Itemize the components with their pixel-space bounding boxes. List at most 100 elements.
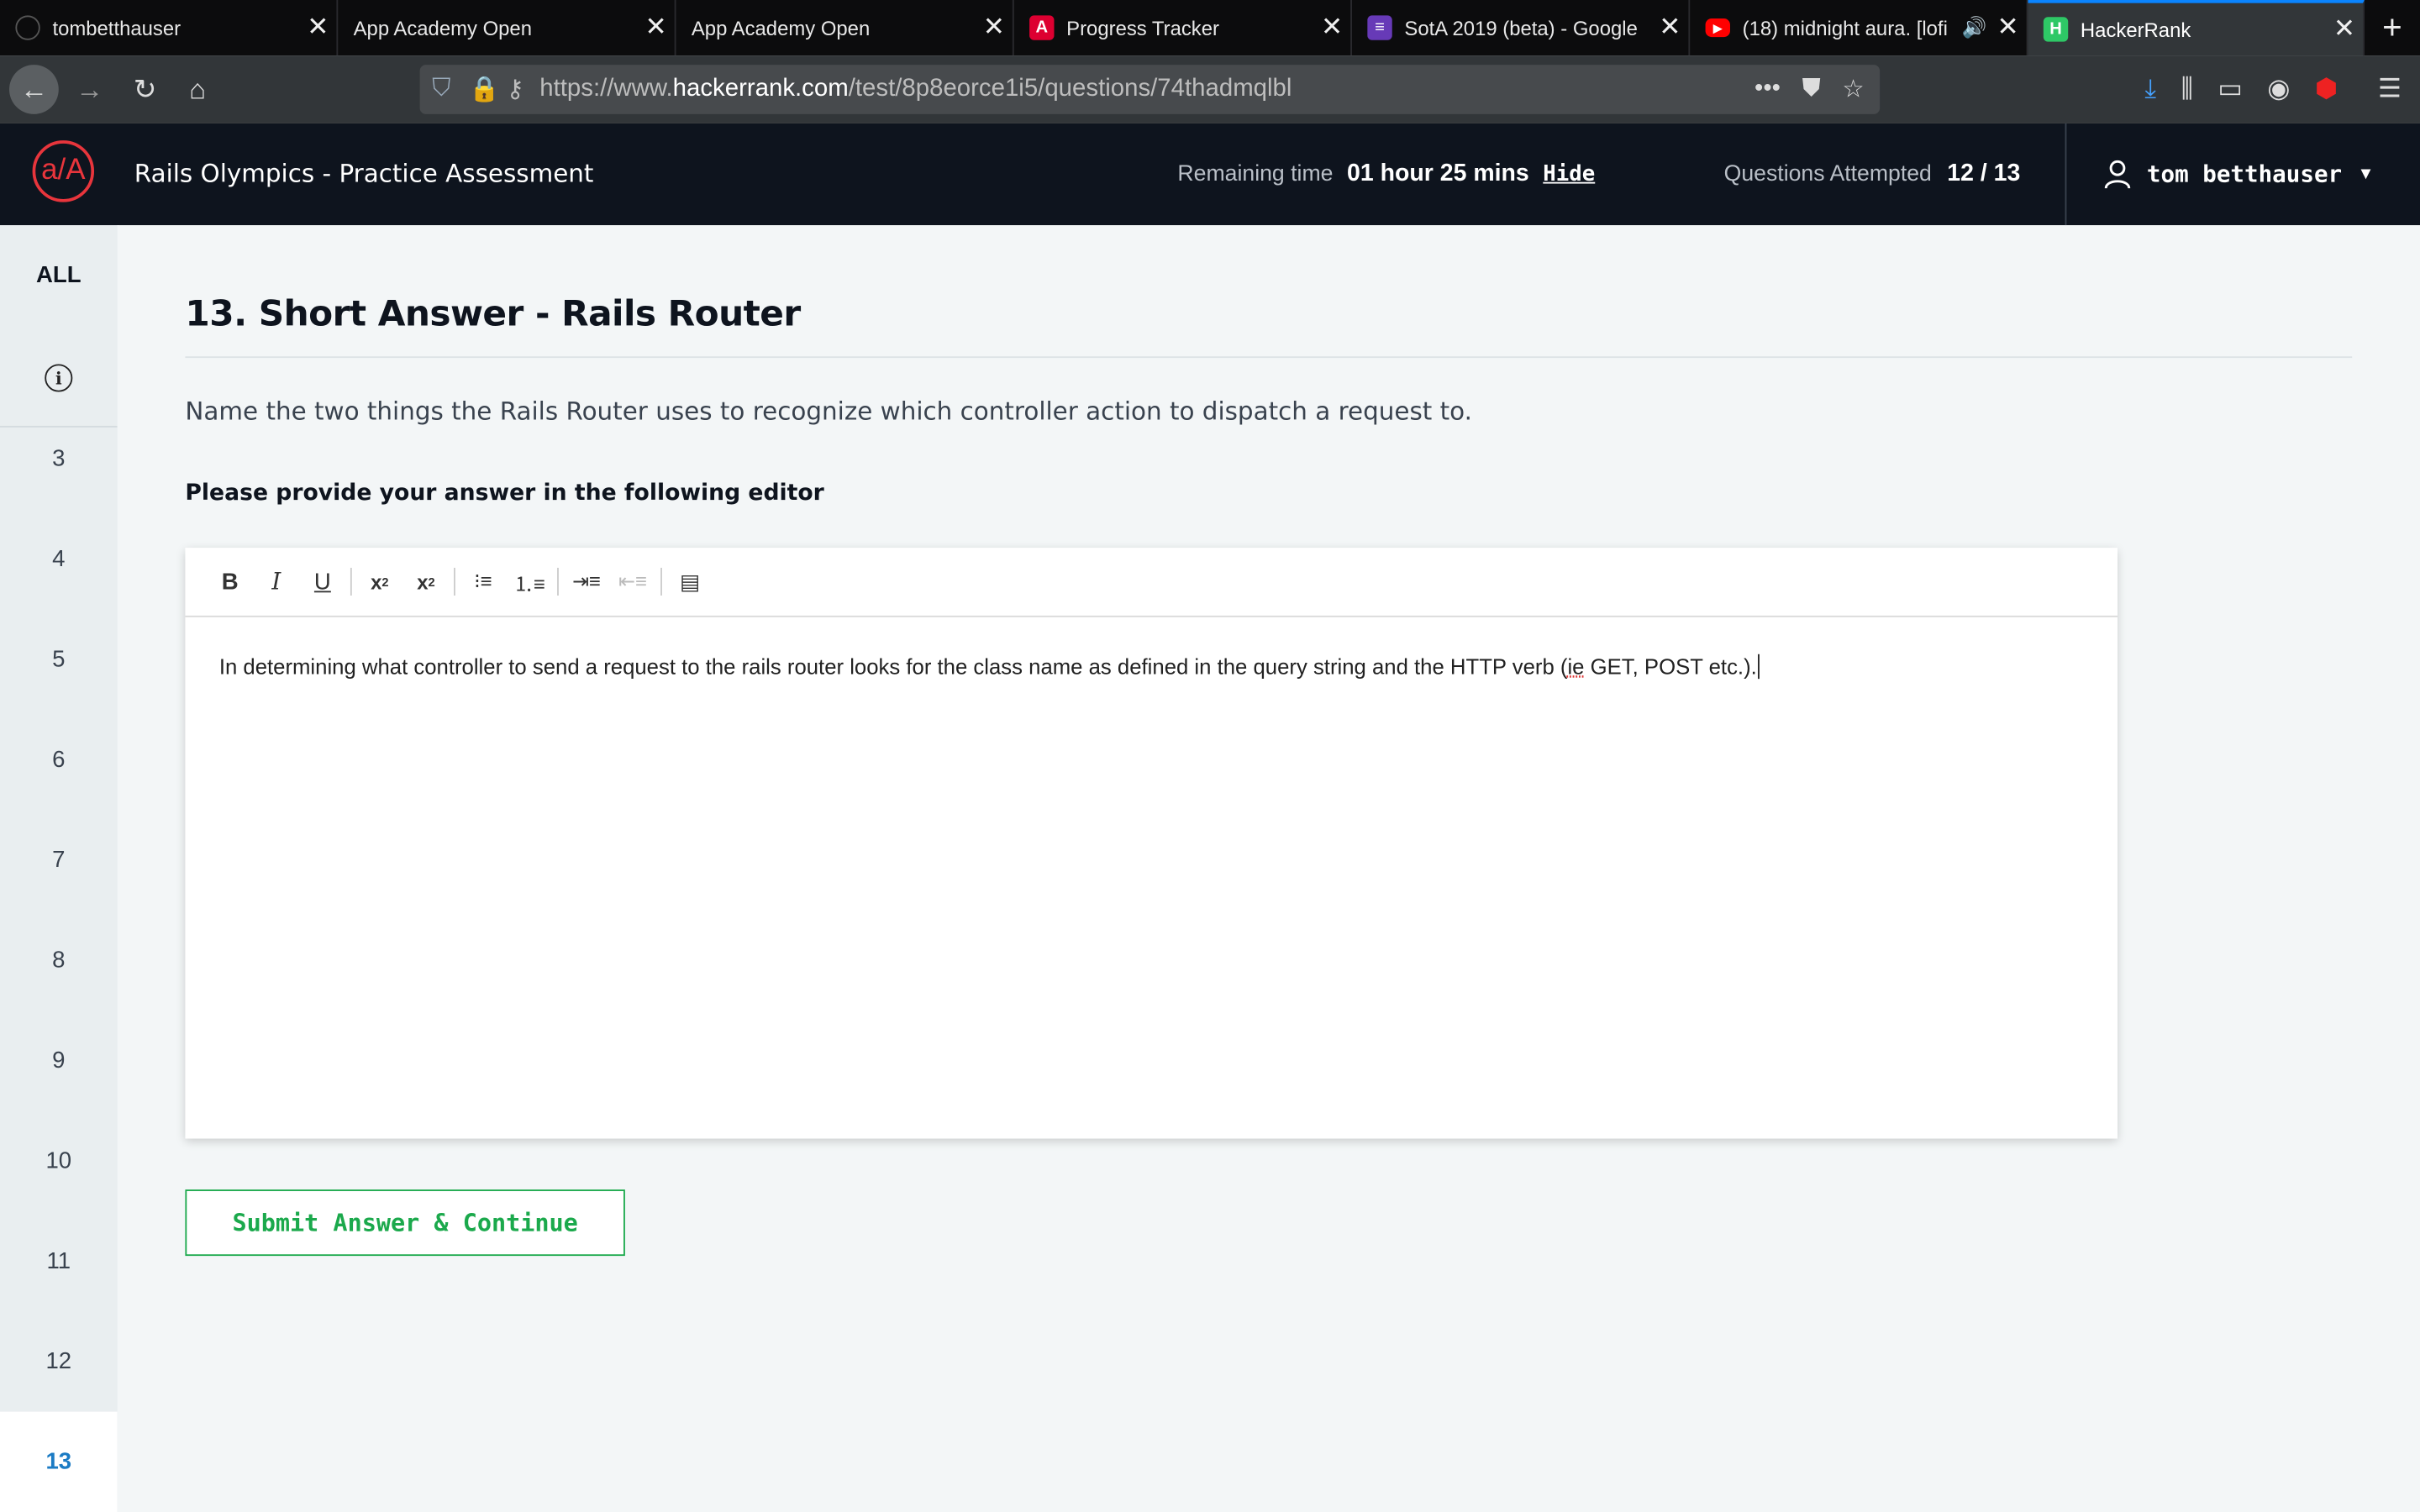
url-bar[interactable]: ⛉ 🔒 ⚷ https://www.hackerrank.com/test/8p… [419, 65, 1881, 114]
hide-timer-link[interactable]: Hide [1543, 162, 1595, 186]
tab-youtube[interactable]: ▶ (18) midnight aura. [lofi 🔊 ✕ [1690, 0, 2028, 56]
chevron-down-icon: ▼ [2357, 165, 2375, 184]
remaining-time: Remaining time 01 hour 25 mins Hide [1177, 160, 1595, 188]
shield-icon: ⛉ [432, 76, 451, 102]
angular-icon: A [1029, 15, 1055, 40]
speaker-icon[interactable]: 🔊 [1961, 15, 1989, 39]
misspelled-word: ie [1567, 654, 1585, 680]
editor-content[interactable]: In determining what controller to send a… [185, 617, 2118, 717]
close-tab-icon[interactable]: ✕ [1990, 13, 2027, 44]
tab-app-academy-1[interactable]: App Academy Open ✕ [338, 0, 676, 56]
lock-icon: 🔒 [469, 76, 500, 104]
library-icon[interactable]: ⫼ [2181, 74, 2193, 105]
user-menu[interactable]: tom betthauser ▼ [2065, 123, 2420, 226]
back-button[interactable]: ← [9, 65, 59, 114]
tab-label: SotA 2019 (beta) - Google [1404, 16, 1638, 39]
app-academy-logo[interactable]: a/A [32, 140, 95, 202]
close-tab-icon[interactable]: ✕ [299, 13, 336, 44]
close-tab-icon[interactable]: ✕ [1651, 13, 1688, 44]
github-icon [15, 15, 40, 40]
youtube-icon: ▶ [1705, 18, 1730, 38]
title-divider [185, 356, 2353, 359]
code-block-icon[interactable]: ▤ [666, 562, 713, 602]
close-tab-icon[interactable]: ✕ [2326, 14, 2363, 45]
close-tab-icon[interactable]: ✕ [638, 13, 675, 44]
question-link[interactable]: 6 [0, 747, 118, 773]
key-icon: ⚷ [506, 76, 524, 104]
ublock-icon[interactable]: ⬢ [2315, 74, 2338, 105]
question-link[interactable]: 11 [0, 1248, 118, 1274]
questions-attempted: Questions Attempted 12 / 13 [1724, 160, 2021, 188]
browser-tab-strip: tombetthauser ✕ App Academy Open ✕ App A… [0, 0, 2420, 56]
pocket-icon[interactable]: ⛊ [1802, 76, 1821, 103]
attempted-label: Questions Attempted [1723, 161, 1932, 187]
sidebar-icon[interactable]: ▭ [2217, 74, 2243, 105]
question-text: Name the two things the Rails Router use… [185, 396, 1472, 426]
all-questions-link[interactable]: ALL [0, 262, 118, 288]
tab-github[interactable]: tombetthauser ✕ [0, 0, 339, 56]
screen: tombetthauser ✕ App Academy Open ✕ App A… [0, 0, 2420, 1512]
question-link[interactable]: 10 [0, 1148, 118, 1174]
tab-label: App Academy Open [353, 16, 533, 39]
close-tab-icon[interactable]: ✕ [976, 13, 1013, 44]
remaining-time-label: Remaining time [1177, 161, 1334, 187]
forward-button[interactable]: → [65, 65, 114, 114]
username: tom betthauser [2146, 160, 2343, 189]
menu-icon[interactable]: ☰ [2378, 74, 2402, 105]
home-button[interactable]: ⌂ [173, 65, 223, 114]
tab-label: App Academy Open [691, 16, 871, 39]
remaining-time-value: 01 hour 25 mins [1347, 160, 1529, 187]
underline-icon[interactable]: U [299, 562, 345, 602]
answer-text-end: GET, POST etc.). [1584, 654, 1757, 680]
question-panel: 13. Short Answer - Rails Router Name the… [117, 225, 2420, 1512]
answer-prompt: Please provide your answer in the follow… [185, 481, 824, 507]
url-path: /test/8p8eorce1i5/questions/74thadmqlbl [848, 76, 1292, 102]
reload-button[interactable]: ↻ [120, 65, 170, 114]
submit-answer-button[interactable]: Submit Answer & Continue [185, 1189, 625, 1257]
download-icon[interactable]: ⤓ [2144, 74, 2156, 105]
app-header: a/A Rails Olympics - Practice Assessment… [0, 123, 2420, 226]
superscript-icon[interactable]: x2 [402, 562, 449, 602]
reload-icon: ↻ [133, 73, 157, 104]
toolbar-divider [454, 567, 455, 596]
bold-icon[interactable]: B [207, 562, 253, 602]
question-link[interactable]: 9 [0, 1047, 118, 1074]
answer-text-start: In determining what controller to send a… [218, 654, 1568, 680]
tab-label: Progress Tracker [1066, 16, 1219, 39]
tab-google-forms[interactable]: ≡ SotA 2019 (beta) - Google ✕ [1352, 0, 1691, 56]
question-link[interactable]: 12 [0, 1348, 118, 1374]
back-arrow-icon: ← [19, 73, 48, 104]
account-icon[interactable]: ◉ [2267, 74, 2290, 105]
user-icon [2104, 160, 2131, 189]
toolbar-divider [660, 567, 662, 596]
question-link[interactable]: 4 [0, 546, 118, 572]
text-cursor [1758, 654, 1760, 680]
question-link[interactable]: 5 [0, 647, 118, 673]
google-forms-icon: ≡ [1367, 15, 1392, 40]
subscript-icon[interactable]: x2 [356, 562, 402, 602]
numbered-list-icon[interactable]: ⒈≡ [506, 562, 552, 602]
bulleted-list-icon[interactable]: ⁝≡ [460, 562, 506, 602]
rich-text-editor: B I U x2 x2 ⁝≡ ⒈≡ ⇥≡ ⇤≡ ▤ In determining… [185, 548, 2118, 1139]
toolbar-divider [557, 567, 559, 596]
close-tab-icon[interactable]: ✕ [1313, 13, 1350, 44]
question-link-active[interactable]: 13 [0, 1411, 118, 1512]
question-link[interactable]: 3 [0, 446, 118, 472]
question-link[interactable]: 7 [0, 847, 118, 873]
tab-hackerrank[interactable]: H HackerRank ✕ [2028, 0, 2365, 56]
hackerrank-icon: H [2043, 17, 2069, 42]
bookmark-star-icon[interactable]: ☆ [1842, 74, 1864, 105]
tab-progress-tracker[interactable]: A Progress Tracker ✕ [1014, 0, 1352, 56]
italic-icon[interactable]: I [253, 562, 299, 602]
url-text: https://www.hackerrank.com/test/8p8eorce… [539, 76, 1292, 103]
editor-toolbar: B I U x2 x2 ⁝≡ ⒈≡ ⇥≡ ⇤≡ ▤ [185, 548, 2118, 617]
indent-icon[interactable]: ⇥≡ [563, 562, 609, 602]
home-icon: ⌂ [189, 73, 207, 104]
info-icon[interactable]: i [45, 364, 73, 392]
browser-toolbar-right: ⤓ ⫼ ▭ ◉ ⬢ ☰ [2144, 55, 2420, 123]
question-link[interactable]: 8 [0, 948, 118, 974]
page-actions-icon[interactable]: ••• [1754, 76, 1781, 103]
tab-app-academy-2[interactable]: App Academy Open ✕ [676, 0, 1014, 56]
new-tab-button[interactable]: + [2365, 0, 2420, 55]
outdent-icon[interactable]: ⇤≡ [610, 562, 656, 602]
